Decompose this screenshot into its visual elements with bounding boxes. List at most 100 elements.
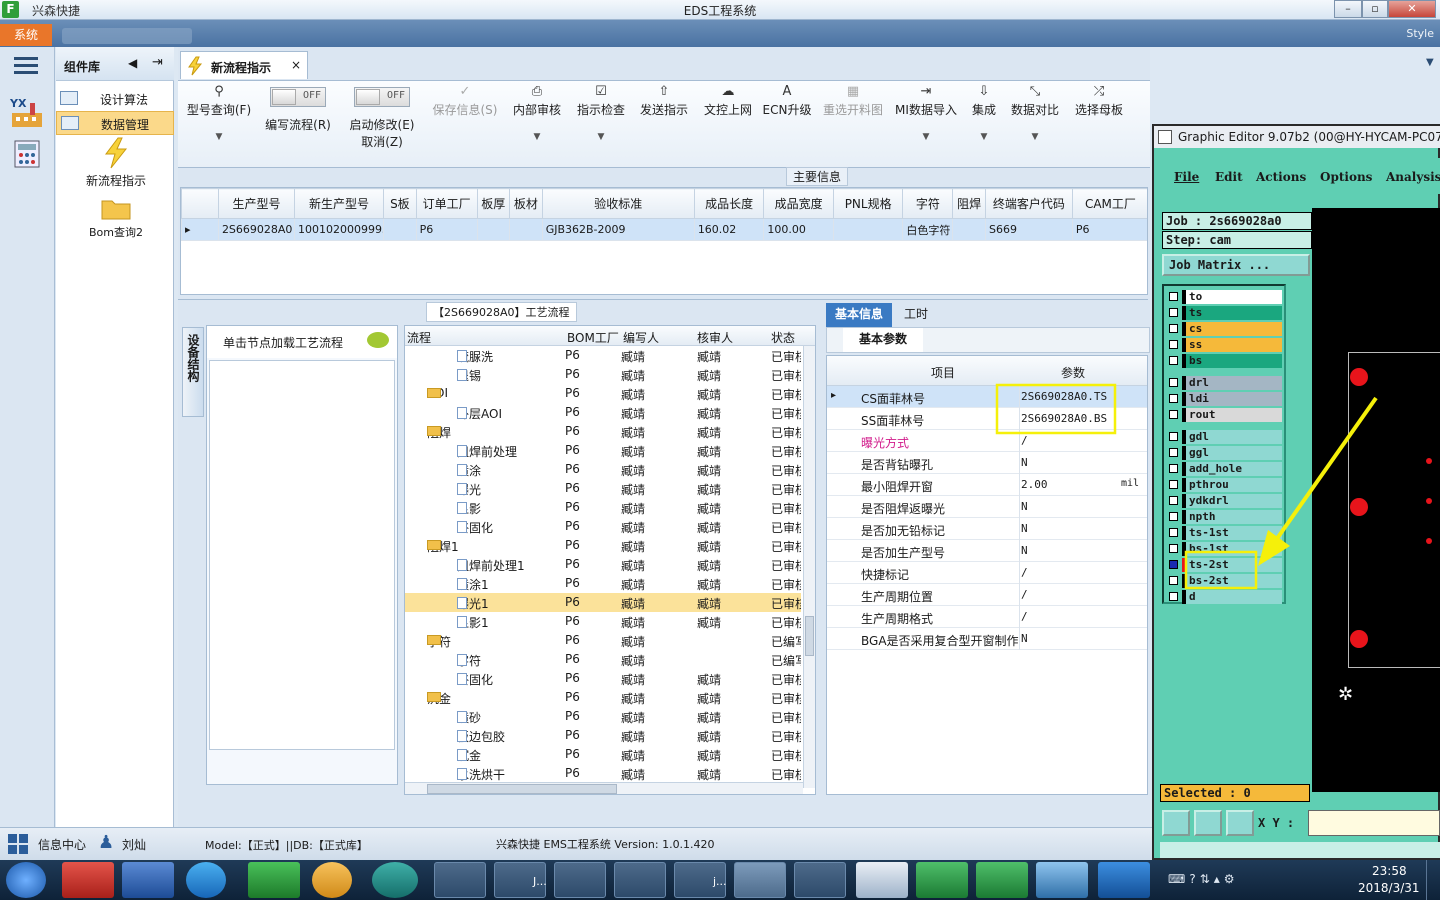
tree-row[interactable]: 曝光1P6臧靖臧靖已审核	[405, 593, 801, 612]
tree-row[interactable]: 板边包胶P6臧靖臧靖已审核	[405, 726, 801, 745]
ge-xy-input[interactable]	[1308, 810, 1440, 836]
taskbar-eds-icon[interactable]	[248, 862, 300, 898]
layer-checkbox[interactable]	[1169, 356, 1178, 365]
main-info-col-1[interactable]: 新生产型号	[293, 188, 385, 219]
start-modify-toggle[interactable]: OFF 启动修改(E) 取消(Z)	[342, 81, 422, 169]
layer-bs[interactable]: bs	[1182, 354, 1282, 368]
layer-checkbox[interactable]	[1169, 324, 1178, 333]
main-info-col-13[interactable]: CAM工厂	[1071, 188, 1147, 219]
taskbar-f-icon[interactable]	[1098, 862, 1150, 898]
tab-worktime[interactable]: 工时	[898, 303, 934, 327]
taskbar-x-window-active[interactable]	[734, 862, 786, 898]
main-info-col-5[interactable]: 板材	[509, 188, 543, 219]
tree-row[interactable]: 阻焊前处理P6臧靖臧靖已审核	[405, 441, 801, 460]
taskbar-shell-icon[interactable]	[312, 862, 352, 898]
layer-checkbox[interactable]	[1169, 308, 1178, 317]
tree-row[interactable]: 终固化P6臧靖臧靖已审核	[405, 669, 801, 688]
off-toggle[interactable]: OFF	[270, 87, 326, 107]
tab-basic-info[interactable]: 基本信息	[826, 303, 892, 327]
hamburger-icon[interactable]	[14, 57, 38, 75]
doc-online-button[interactable]: ☁ 文控上网	[698, 81, 758, 169]
taskbar-save-icon[interactable]	[122, 862, 174, 898]
tree-vscroll[interactable]	[803, 346, 815, 788]
main-info-col-2[interactable]: S板	[383, 188, 417, 219]
main-info-cell-3[interactable]: P6	[415, 218, 478, 241]
system-menu-button[interactable]: 系统	[0, 24, 52, 46]
factory-icon[interactable]: YX	[8, 95, 46, 129]
layer-checkbox[interactable]	[1169, 292, 1178, 301]
collapse-left-icon[interactable]: ◀	[128, 56, 137, 70]
tree-row[interactable]: 阻焊前处理1 P6 臧靖 臧靖 已审核	[405, 555, 801, 574]
tree-row[interactable]: 显影1P6臧靖臧靖已审核	[405, 612, 801, 631]
tree-hscroll[interactable]	[405, 782, 803, 794]
close-button[interactable]: ✕	[1388, 0, 1436, 18]
tab-list-dropdown-icon[interactable]: ▼	[1426, 57, 1434, 68]
main-info-cell-2[interactable]	[383, 218, 417, 241]
ge-menu-edit[interactable]: Edit	[1215, 170, 1243, 184]
type-query-button[interactable]: ⚲ 型号查询(F) ▼	[182, 81, 256, 169]
main-info-cell-11[interactable]	[952, 218, 986, 241]
ge-menu-file[interactable]: File	[1174, 170, 1199, 184]
main-info-cell-13[interactable]: P6	[1071, 218, 1147, 241]
main-info-cell-8[interactable]: 100.00	[763, 218, 834, 241]
subtab-basic-params[interactable]: 基本参数	[843, 328, 923, 352]
reselect-cut-button[interactable]: ▦ 重选开料图	[818, 81, 888, 169]
taskbar-x-window[interactable]	[434, 862, 486, 898]
device-structure-side-tab[interactable]: 设备结构	[182, 327, 204, 417]
restore-button[interactable]: ▫	[1362, 0, 1388, 18]
main-info-cell-1[interactable]: 10010200099932	[293, 218, 385, 241]
tree-row[interactable]: 曝光P6臧靖臧靖已审核	[405, 479, 801, 498]
taskbar-eye-icon[interactable]	[372, 862, 418, 898]
info-center-link[interactable]: 信息中心	[38, 836, 86, 853]
taskbar-display-icon[interactable]	[1036, 862, 1088, 898]
tree-row[interactable]: 喷涂1P6臧靖臧靖已审核	[405, 574, 801, 593]
main-info-col-4[interactable]: 板厚	[476, 188, 511, 219]
nav-item-design-algorithm[interactable]: 设计算法	[56, 87, 174, 111]
tree-row[interactable]: 水洗烘干P6臧靖臧靖已审核	[405, 764, 801, 783]
layer-to[interactable]: to	[1182, 290, 1282, 304]
data-compare-button[interactable]: ⤡ 数据对比 ▼	[1008, 81, 1062, 169]
ge-menu-options[interactable]: Options	[1320, 170, 1372, 184]
main-info-cell-12[interactable]: S669	[984, 218, 1073, 241]
nav-item-data-management[interactable]: 数据管理	[56, 111, 174, 135]
layer-ss[interactable]: ss	[1182, 338, 1282, 352]
tree-row[interactable]: 终固化P6臧靖臧靖已审核	[405, 517, 801, 536]
taskbar-excel-icon[interactable]	[976, 862, 1028, 898]
ge-menu-analysis[interactable]: Analysis	[1386, 170, 1440, 184]
tree-row[interactable]: 喷砂P6臧靖臧靖已审核	[405, 707, 801, 726]
calculator-icon[interactable]	[12, 139, 42, 171]
style-menu[interactable]: Style	[1406, 27, 1434, 40]
doc-tab-new-flow[interactable]: 新流程指示 ×	[180, 51, 308, 79]
tree-row[interactable]: −字符P6臧靖已编写	[405, 631, 801, 650]
main-info-cell-10[interactable]: 白色字符	[902, 218, 954, 241]
layer-checkbox[interactable]	[1169, 340, 1178, 349]
off-toggle[interactable]: OFF	[354, 87, 410, 107]
tree-row[interactable]: 显影P6臧靖臧靖已审核	[405, 498, 801, 517]
ge-job-matrix-button[interactable]: Job Matrix ...	[1162, 254, 1310, 276]
ge-menu-actions[interactable]: Actions	[1256, 170, 1306, 184]
edit-flow-toggle[interactable]: OFF 编写流程(R)	[260, 81, 336, 169]
main-info-cell-6[interactable]: GJB362B-2009	[541, 218, 695, 241]
select-master-button[interactable]: ⤮ 选择母板	[1068, 81, 1130, 169]
ecn-upgrade-button[interactable]: A ECN升级	[760, 81, 814, 169]
ge-zoom-fit-icon[interactable]	[1162, 810, 1190, 836]
main-info-col-0[interactable]: 生产型号	[217, 188, 295, 219]
minimize-button[interactable]: –	[1334, 0, 1362, 18]
layer-cs[interactable]: cs	[1182, 322, 1282, 336]
main-info-col-11[interactable]: 阻焊	[952, 188, 986, 219]
ge-grid-icon[interactable]	[1226, 810, 1254, 836]
taskbar-x-window[interactable]: j...	[674, 862, 727, 898]
tree-row[interactable]: −阻焊P6臧靖臧靖已审核	[405, 422, 801, 441]
tree-row[interactable]: −沉金P6臧靖臧靖已审核	[405, 688, 801, 707]
main-info-col-10[interactable]: 字符	[902, 188, 954, 219]
tree-row[interactable]: 字符P6臧靖已编写	[405, 650, 801, 669]
show-desktop-button[interactable]	[1426, 860, 1440, 900]
main-info-cell-4[interactable]	[476, 218, 511, 241]
main-info-col-8[interactable]: 成品宽度	[763, 188, 834, 219]
bom-query-launcher[interactable]: Bom查询2	[78, 195, 154, 241]
tree-row[interactable]: −阻焊1P6臧靖臧靖已审核	[405, 536, 801, 555]
taskbar-x-window[interactable]	[554, 862, 606, 898]
main-info-cell-7[interactable]: 160.02	[693, 218, 765, 241]
send-instruction-button[interactable]: ⇧ 发送指示	[634, 81, 694, 169]
main-info-col-12[interactable]: 终端客户代码	[984, 188, 1073, 219]
